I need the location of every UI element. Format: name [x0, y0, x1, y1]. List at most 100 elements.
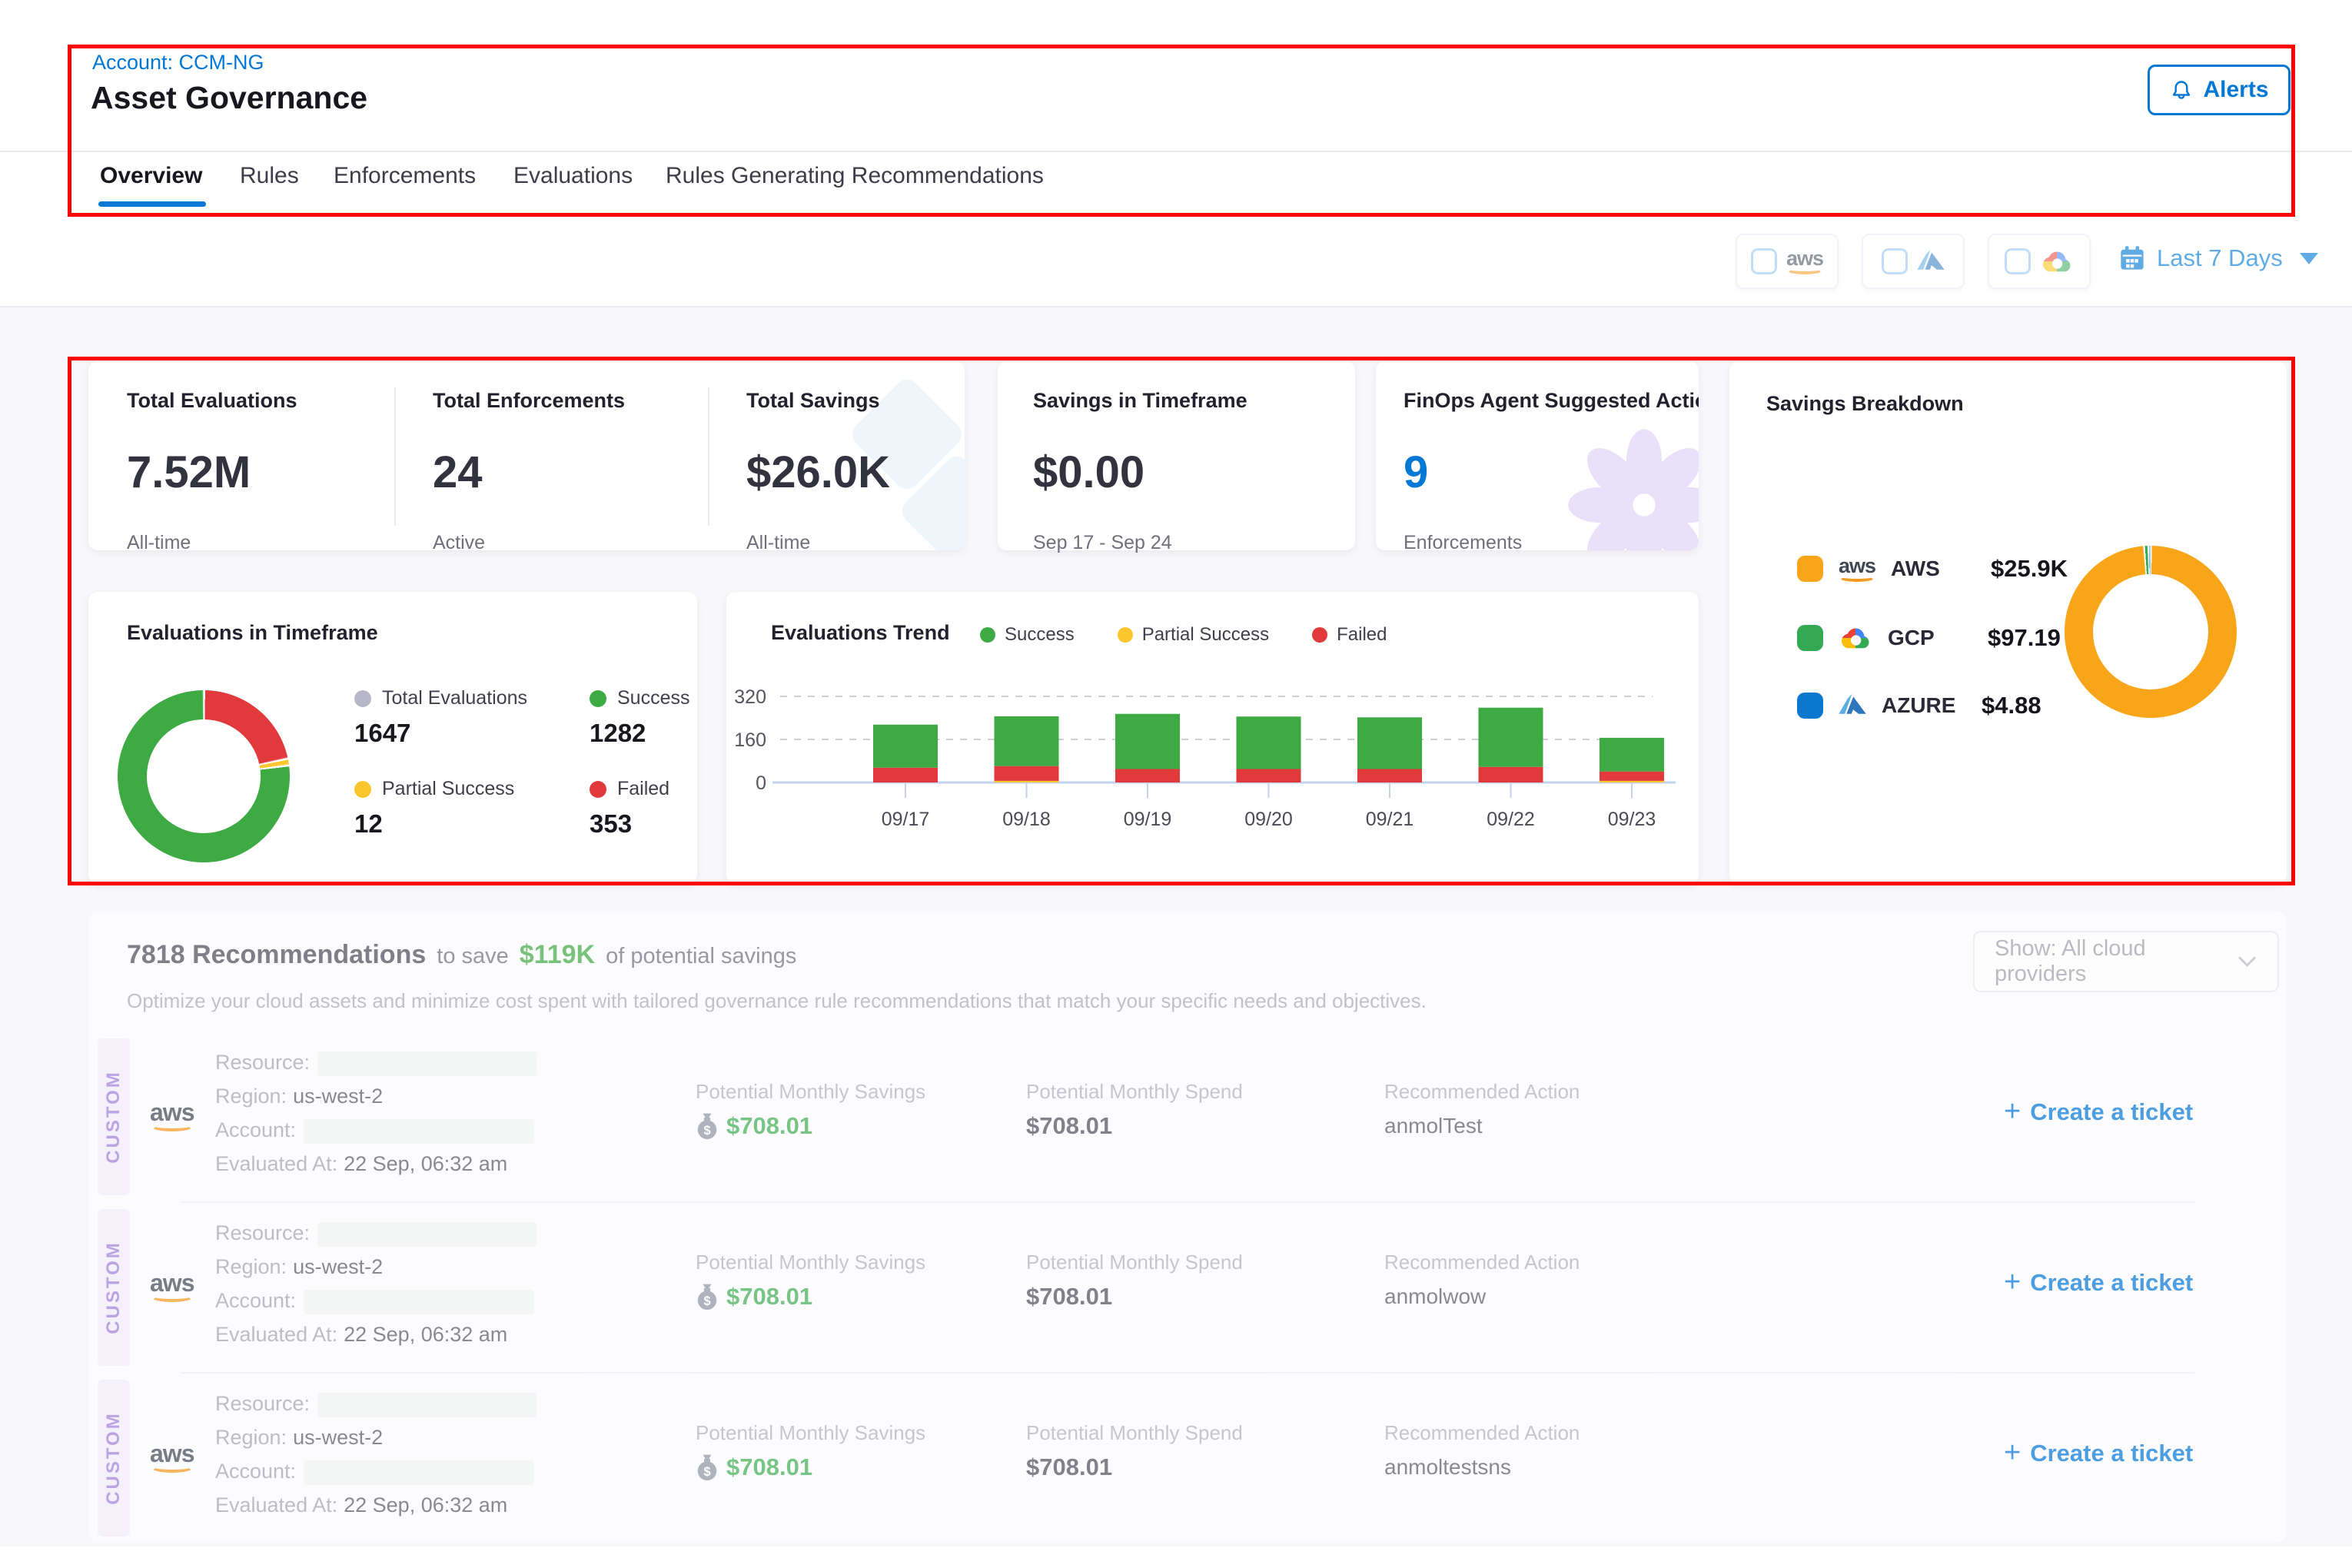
- yellow-dot-icon: [354, 781, 371, 798]
- svg-text:09/21: 09/21: [1366, 809, 1414, 830]
- cloud-provider-filter-dropdown[interactable]: Show: All cloud providers: [1973, 931, 2279, 992]
- aws-logo-icon: aws: [1786, 248, 1823, 274]
- azure-checkbox[interactable]: [1882, 248, 1908, 274]
- azure-logo-icon: [1917, 250, 1945, 273]
- money-bag-icon: $: [696, 1453, 719, 1481]
- aws-legend-value: $25.9K: [1991, 555, 2068, 583]
- tab-enforcements[interactable]: Enforcements: [334, 163, 476, 189]
- svg-text:$: $: [703, 1465, 710, 1479]
- monthly-savings-value: $ $708.01: [696, 1112, 812, 1140]
- monthly-spend-value: $708.01: [1026, 1453, 1112, 1481]
- custom-tag: CUSTOM: [98, 1038, 130, 1195]
- svg-text:$: $: [703, 1124, 710, 1138]
- tab-overview[interactable]: Overview: [100, 163, 202, 189]
- savings-in-timeframe-card: Savings in Timeframe $0.00 Sep 17 - Sep …: [998, 361, 1355, 550]
- gcp-legend-value: $97.19: [1988, 624, 2061, 652]
- gcp-logo-icon: [2040, 248, 2074, 274]
- recommendations-subtitle: Optimize your cloud assets and minimize …: [127, 989, 1427, 1013]
- aws-logo-icon: aws: [1839, 556, 1875, 582]
- row-divider: [181, 1201, 2194, 1203]
- custom-tag: CUSTOM: [98, 1380, 130, 1536]
- create-ticket-button[interactable]: +Create a ticket: [2004, 1095, 2193, 1128]
- savings-timeframe-label: Savings in Timeframe: [1033, 389, 1247, 413]
- finops-agent-label: FinOps Agent Suggested Actions: [1404, 389, 1699, 413]
- alerts-button[interactable]: Alerts: [2148, 65, 2291, 115]
- recommended-action-value: anmoltestsns: [1384, 1455, 1511, 1480]
- svg-text:0: 0: [756, 772, 766, 794]
- gcp-logo-icon: [1839, 625, 1872, 651]
- legend-total-evaluations: Total Evaluations 1647: [354, 687, 527, 748]
- savings-timeframe-sub: Sep 17 - Sep 24: [1033, 532, 1247, 554]
- monthly-savings-value: $ $708.01: [696, 1453, 812, 1481]
- total-evaluations-sub: All-time: [127, 532, 297, 550]
- savings-breakdown-title: Savings Breakdown: [1766, 392, 1964, 416]
- monthly-spend-value: $708.01: [1026, 1283, 1112, 1311]
- svg-text:09/20: 09/20: [1244, 809, 1293, 830]
- aws-logo-icon: aws: [150, 1100, 194, 1131]
- recommendations-section: 7818 Recommendations to save $119K of po…: [88, 911, 2287, 1543]
- svg-text:09/19: 09/19: [1124, 809, 1172, 830]
- azure-color-swatch: [1797, 693, 1823, 719]
- azure-filter-toggle[interactable]: [1862, 234, 1965, 289]
- svg-text:09/18: 09/18: [1002, 809, 1051, 830]
- donut-hole: [2093, 574, 2208, 689]
- total-savings-label: Total Savings: [746, 389, 890, 413]
- evaluations-trend-card: Evaluations Trend Success Partial Succes…: [726, 592, 1699, 884]
- summary-stats-card: Total Evaluations 7.52M All-time Total E…: [88, 361, 965, 550]
- chevron-down-icon: [2300, 253, 2318, 264]
- gcp-color-swatch: [1797, 625, 1823, 651]
- redacted-account-value: [304, 1460, 534, 1485]
- gray-dot-icon: [354, 690, 371, 707]
- calendar-icon: [2118, 244, 2146, 272]
- aws-logo-icon: aws: [150, 1271, 194, 1302]
- create-ticket-button[interactable]: +Create a ticket: [2004, 1437, 2193, 1470]
- monthly-spend-value: $708.01: [1026, 1112, 1112, 1140]
- gcp-filter-toggle[interactable]: [1988, 234, 2091, 289]
- total-evaluations-label: Total Evaluations: [127, 389, 297, 413]
- evaluations-in-timeframe-card: Evaluations in Timeframe Total Evaluatio…: [88, 592, 697, 884]
- column-divider: [708, 387, 709, 526]
- monthly-savings-value: $ $708.01: [696, 1283, 812, 1311]
- svg-text:09/23: 09/23: [1608, 809, 1656, 830]
- total-evaluations-value: 7.52M: [127, 447, 297, 498]
- redacted-resource-value: [317, 1051, 537, 1076]
- aws-checkbox[interactable]: [1751, 248, 1777, 274]
- finops-agent-value: 9: [1404, 447, 1699, 498]
- create-ticket-button[interactable]: +Create a ticket: [2004, 1266, 2193, 1299]
- plus-icon: +: [2004, 1095, 2021, 1128]
- total-savings-value: $26.0K: [746, 447, 890, 498]
- date-range-selector[interactable]: Last 7 Days: [2118, 244, 2318, 272]
- redacted-resource-value: [317, 1222, 537, 1247]
- alerts-button-label: Alerts: [2203, 77, 2268, 103]
- money-bag-icon: $: [696, 1112, 719, 1140]
- svg-text:320: 320: [734, 686, 766, 708]
- bell-icon: [2169, 78, 2194, 102]
- gcp-checkbox[interactable]: [2005, 248, 2031, 274]
- page-title: Asset Governance: [91, 80, 367, 116]
- svg-text:$: $: [703, 1294, 710, 1308]
- finops-agent-sub: Enforcements: [1404, 532, 1699, 550]
- account-breadcrumb-link[interactable]: Account: CCM-NG: [92, 51, 264, 75]
- recommendation-row: CUSTOM aws Resource: Region:us-west-2 Ac…: [88, 1375, 2287, 1543]
- recommended-action-value: anmolwow: [1384, 1284, 1486, 1309]
- total-enforcements-sub: Active: [433, 532, 625, 550]
- svg-text:09/17: 09/17: [882, 809, 930, 830]
- redacted-account-value: [304, 1119, 534, 1144]
- azure-legend-label: AZURE: [1882, 693, 1966, 718]
- plus-icon: +: [2004, 1437, 2021, 1470]
- breakdown-legend-aws: aws AWS $25.9K: [1797, 555, 2068, 583]
- recommended-action-value: anmolTest: [1384, 1114, 1483, 1138]
- tab-rules[interactable]: Rules: [240, 163, 299, 189]
- aws-filter-toggle[interactable]: aws: [1736, 234, 1839, 289]
- redacted-resource-value: [317, 1393, 537, 1417]
- gcp-legend-label: GCP: [1888, 626, 1972, 650]
- svg-text:09/22: 09/22: [1487, 809, 1535, 830]
- chevron-down-icon: [2237, 955, 2257, 968]
- legend-success: Success 1282: [590, 687, 689, 748]
- potential-savings-amount: $119K: [520, 940, 595, 970]
- aws-color-swatch: [1797, 556, 1823, 582]
- tab-evaluations[interactable]: Evaluations: [513, 163, 633, 189]
- annotation-rectangle-header: [68, 45, 2295, 217]
- plus-icon: +: [2004, 1266, 2021, 1299]
- tab-rules-generating-recommendations[interactable]: Rules Generating Recommendations: [666, 163, 1044, 189]
